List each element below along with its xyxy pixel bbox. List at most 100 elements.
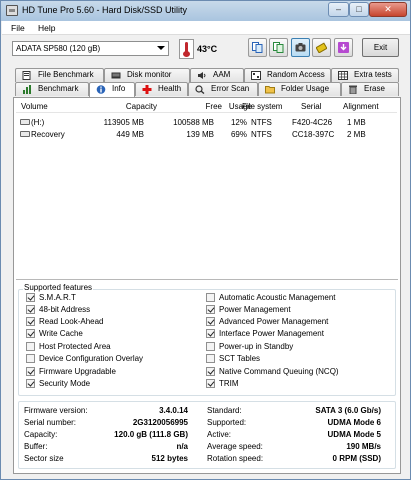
- volume-serial: F420-4C26: [292, 118, 333, 127]
- feature-checkbox-read-look-ahead[interactable]: Read Look-Ahead: [26, 316, 104, 328]
- feature-checkbox-ncq[interactable]: Native Command Queuing (NCQ): [206, 366, 339, 378]
- tab-random-access[interactable]: Random Access: [244, 68, 331, 82]
- col-file-system[interactable]: File system: [242, 102, 282, 111]
- checkbox[interactable]: [206, 293, 215, 302]
- info-value: 3.4.0.14: [159, 406, 188, 415]
- info-label: Buffer:: [24, 442, 48, 451]
- feature-checkbox-security[interactable]: Security Mode: [26, 378, 90, 390]
- tab-benchmark[interactable]: Benchmark: [15, 82, 89, 96]
- tab-extra-tests[interactable]: Extra tests: [331, 68, 399, 82]
- tab-info[interactable]: Info: [89, 82, 135, 97]
- maximize-button[interactable]: □: [349, 2, 369, 17]
- menu-help[interactable]: Help: [38, 23, 55, 33]
- feature-checkbox-sct[interactable]: SCT Tables: [206, 353, 260, 365]
- col-serial[interactable]: Serial: [301, 102, 321, 111]
- feature-checkbox-apm[interactable]: Advanced Power Management: [206, 316, 328, 328]
- feature-checkbox-write-cache[interactable]: Write Cache: [26, 328, 83, 340]
- feature-checkbox-puis[interactable]: Power-up in Standby: [206, 341, 293, 353]
- copy-all-icon: [273, 42, 284, 53]
- checkbox[interactable]: [206, 354, 215, 363]
- download-button[interactable]: [334, 38, 353, 57]
- tab-label: Health: [158, 84, 182, 93]
- feature-label: TRIM: [219, 379, 239, 388]
- feature-label: Power-up in Standby: [219, 342, 294, 351]
- col-alignment[interactable]: Alignment: [343, 102, 379, 111]
- chevron-down-icon: [157, 46, 165, 50]
- feature-checkbox-firmware[interactable]: Firmware Upgradable: [26, 366, 116, 378]
- info-average-speed: Average speed: 190 MB/s: [207, 442, 381, 453]
- feature-checkbox-power-mgmt[interactable]: Power Management: [206, 304, 291, 316]
- checkbox[interactable]: [206, 379, 215, 388]
- benchmark-icon: [23, 85, 31, 94]
- window-title: HD Tune Pro 5.60 - Hard Disk/SSD Utility: [22, 5, 188, 15]
- volume-row[interactable]: Recovery 449 MB 139 MB 69% NTFS CC18-397…: [16, 128, 397, 140]
- volume-capacity: 449 MB: [116, 130, 144, 139]
- feature-label: Power Management: [219, 305, 291, 314]
- tab-erase[interactable]: Erase: [341, 82, 399, 96]
- drive-select[interactable]: ADATA SP580 (120 gB): [12, 41, 169, 56]
- tab-health[interactable]: Health: [135, 82, 188, 96]
- feature-checkbox-hpa[interactable]: Host Protected Area: [26, 341, 111, 353]
- volume-free: 100588 MB: [173, 118, 214, 127]
- info-supported-mode: Supported: UDMA Mode 6: [207, 418, 381, 429]
- checkbox[interactable]: [26, 379, 35, 388]
- info-rotation-speed: Rotation speed: 0 RPM (SSD): [207, 454, 381, 465]
- copy-all-button[interactable]: [269, 38, 288, 57]
- tab-label: Random Access: [267, 70, 325, 79]
- checkbox[interactable]: [26, 329, 35, 338]
- info-label: Average speed:: [207, 442, 263, 451]
- col-volume[interactable]: Volume: [21, 102, 48, 111]
- options-button[interactable]: [312, 38, 331, 57]
- random-access-icon: [251, 71, 261, 80]
- close-button[interactable]: ✕: [369, 2, 407, 17]
- checkbox[interactable]: [26, 293, 35, 302]
- feature-label: 48-bit Address: [39, 305, 91, 314]
- checkbox[interactable]: [26, 354, 35, 363]
- tab-label: Info: [112, 84, 126, 93]
- feature-checkbox-aam[interactable]: Automatic Acoustic Management: [206, 292, 336, 304]
- tab-file-benchmark[interactable]: File Benchmark: [15, 68, 104, 82]
- checkbox[interactable]: [206, 367, 215, 376]
- col-free[interactable]: Free: [206, 102, 222, 111]
- volume-usage: 69%: [230, 130, 247, 139]
- tab-error-scan[interactable]: Error Scan: [188, 82, 258, 96]
- tab-label: Disk monitor: [127, 70, 172, 79]
- minimize-button[interactable]: –: [328, 2, 349, 17]
- camera-icon: [295, 43, 306, 52]
- checkbox[interactable]: [26, 342, 35, 351]
- feature-checkbox-trim[interactable]: TRIM: [206, 378, 239, 390]
- copy-button[interactable]: [248, 38, 267, 57]
- thermometer-icon: [179, 39, 194, 59]
- splitter[interactable]: [16, 279, 398, 280]
- title-bar[interactable]: HD Tune Pro 5.60 - Hard Disk/SSD Utility…: [1, 1, 410, 21]
- speaker-icon: [198, 72, 206, 79]
- col-capacity[interactable]: Capacity: [126, 102, 157, 111]
- checkbox[interactable]: [26, 317, 35, 326]
- tab-aam[interactable]: AAM: [190, 68, 244, 82]
- tab-label: Erase: [364, 84, 385, 93]
- info-capacity: Capacity: 120.0 gB (111.8 GB): [24, 430, 188, 441]
- drive-icon: [20, 131, 30, 137]
- checkbox[interactable]: [206, 305, 215, 314]
- feature-label: Interface Power Management: [219, 329, 324, 338]
- info-standard: Standard: SATA 3 (6.0 Gb/s): [207, 406, 381, 417]
- feature-checkbox-dco[interactable]: Device Configuration Overlay: [26, 353, 143, 365]
- feature-checkbox-smart[interactable]: S.M.A.R.T: [26, 292, 76, 304]
- menu-file[interactable]: File: [11, 23, 25, 33]
- screenshot-button[interactable]: [291, 38, 310, 57]
- tab-folder-usage[interactable]: Folder Usage: [258, 82, 341, 96]
- feature-label: Security Mode: [39, 379, 91, 388]
- checkbox[interactable]: [206, 329, 215, 338]
- volume-row[interactable]: (H:) 113905 MB 100588 MB 12% NTFS F420-4…: [16, 116, 397, 128]
- checkbox[interactable]: [26, 305, 35, 314]
- feature-checkbox-48bit[interactable]: 48-bit Address: [26, 304, 90, 316]
- checkbox[interactable]: [26, 367, 35, 376]
- checkbox[interactable]: [206, 317, 215, 326]
- drive-select-value: ADATA SP580 (120 gB): [16, 44, 101, 53]
- info-value: 2G3120056995: [132, 418, 188, 427]
- tab-disk-monitor[interactable]: Disk monitor: [104, 68, 190, 82]
- feature-checkbox-ipm[interactable]: Interface Power Management: [206, 328, 324, 340]
- exit-button[interactable]: Exit: [362, 38, 399, 57]
- info-active-mode: Active: UDMA Mode 5: [207, 430, 381, 441]
- checkbox[interactable]: [206, 342, 215, 351]
